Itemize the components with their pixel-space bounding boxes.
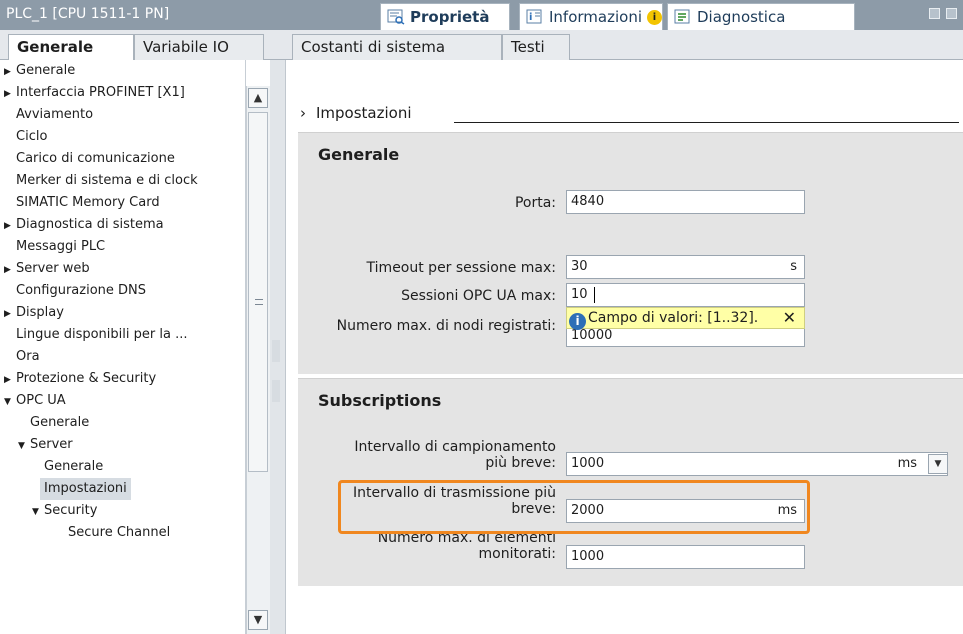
settings-tree: ▶ Generale ▶ Interfaccia PROFINET [X1] Avv… xyxy=(0,60,246,634)
monitored-items-label: Numero max. di elementi monitorati: xyxy=(377,530,556,562)
tree-scrollbar[interactable]: ▲ ▼ xyxy=(246,86,270,634)
scroll-down-icon[interactable]: ▼ xyxy=(248,610,268,630)
tree-item-plc-messages[interactable]: Messaggi PLC xyxy=(16,236,105,258)
tree-item-startup[interactable]: Avviamento xyxy=(16,104,93,126)
tab-info[interactable]: i Informazioni i xyxy=(519,3,663,30)
general-heading: Generale xyxy=(318,145,400,164)
tab-properties-label: Proprietà xyxy=(410,8,490,26)
section-breadcrumb: › Impostazioni xyxy=(300,104,412,122)
max-nodes-label: Numero max. di nodi registrati: xyxy=(336,318,556,334)
menu-icon[interactable] xyxy=(946,8,957,19)
tree-item-protection-security[interactable]: ▶ Protezione & Security xyxy=(4,368,156,390)
properties-icon xyxy=(387,9,405,25)
range-tooltip: i Campo di valori: [1..32]. ✕ xyxy=(566,307,805,330)
text-caret xyxy=(594,287,595,303)
tree-item-time[interactable]: Ora xyxy=(16,346,40,368)
info-badge-icon: i xyxy=(647,9,662,25)
tab-diagnostics[interactable]: Diagnostica xyxy=(667,3,855,30)
grip-icon xyxy=(255,299,263,305)
tree-item-cycle[interactable]: Ciclo xyxy=(16,126,47,148)
expand-arrow-icon[interactable]: ▶ xyxy=(4,369,16,391)
tab-properties[interactable]: Proprietà xyxy=(380,3,510,30)
scroll-thumb[interactable] xyxy=(248,112,268,472)
expand-arrow-icon[interactable]: ▶ xyxy=(4,259,16,281)
highlight-frame xyxy=(338,480,810,534)
tree-item-opc-ua-general[interactable]: Generale xyxy=(30,412,89,434)
session-timeout-label: Timeout per sessione max: xyxy=(366,260,556,276)
expand-arrow-icon[interactable]: ▶ xyxy=(4,303,16,325)
tree-item-server-general[interactable]: Generale xyxy=(44,456,103,478)
panel-splitter[interactable] xyxy=(270,60,286,634)
monitored-items-field[interactable]: 1000 xyxy=(566,545,805,569)
tree-item-languages[interactable]: Lingue disponibili per la ... xyxy=(16,324,187,346)
tab-info-label: Informazioni xyxy=(549,8,642,26)
tree-item-dns-config[interactable]: Configurazione DNS xyxy=(16,280,146,302)
unit-dropdown-icon[interactable]: ▼ xyxy=(928,454,948,474)
subtab-general[interactable]: Generale xyxy=(8,34,134,61)
tree-item-profinet[interactable]: ▶ Interfaccia PROFINET [X1] xyxy=(4,82,185,104)
expand-arrow-icon[interactable]: ▶ xyxy=(4,215,16,237)
tree-item-system-diagnostics[interactable]: ▶ Diagnostica di sistema xyxy=(4,214,164,236)
general-section: Generale Porta: 4840 Timeout per session… xyxy=(298,132,963,374)
collapse-arrow-icon[interactable]: ▼ xyxy=(18,435,30,457)
max-sessions-field[interactable]: 10 xyxy=(566,283,805,307)
tree-item-security[interactable]: ▼ Security xyxy=(32,500,97,522)
svg-text:i: i xyxy=(529,12,532,23)
scroll-up-icon[interactable]: ▲ xyxy=(248,88,268,108)
sub-tab-bar: Generale Variabile IO Costanti di sistem… xyxy=(0,30,963,61)
subtab-texts[interactable]: Testi xyxy=(502,34,570,60)
port-field[interactable]: 4840 xyxy=(566,190,805,214)
collapse-right-icon[interactable] xyxy=(272,380,280,402)
diagnostics-icon xyxy=(674,9,692,25)
tree-item-opc-ua[interactable]: ▼ OPC UA xyxy=(4,390,66,412)
breadcrumb-rule xyxy=(454,122,959,123)
tree-item-system-clock-memory[interactable]: Merker di sistema e di clock xyxy=(16,170,198,192)
session-timeout-field[interactable]: 30 s xyxy=(566,255,805,279)
info-icon: i xyxy=(526,9,544,25)
tab-diagnostics-label: Diagnostica xyxy=(697,8,786,26)
collapse-arrow-icon[interactable]: ▼ xyxy=(4,391,16,413)
subscriptions-heading: Subscriptions xyxy=(318,391,442,410)
port-label: Porta: xyxy=(514,195,556,211)
tree-item-settings[interactable]: Impostazioni xyxy=(40,478,131,500)
window-title: PLC_1 [CPU 1511-1 PN] xyxy=(6,6,170,22)
tree-item-communication-load[interactable]: Carico di comunicazione xyxy=(16,148,175,170)
window-buttons xyxy=(929,8,957,19)
expand-arrow-icon[interactable]: ▶ xyxy=(4,83,16,105)
tree-item-display[interactable]: ▶ Display xyxy=(4,302,64,324)
sampling-interval-label: Intervallo di campionamento più breve: xyxy=(354,439,556,471)
tree-item-web-server[interactable]: ▶ Server web xyxy=(4,258,90,280)
info-circle-icon: i xyxy=(569,313,586,330)
tree-item-general[interactable]: ▶ Generale xyxy=(4,60,75,82)
subtab-io-variables[interactable]: Variabile IO xyxy=(134,34,264,60)
subtab-system-constants[interactable]: Costanti di sistema xyxy=(292,34,502,60)
sampling-interval-field[interactable]: 1000 ms xyxy=(566,452,948,476)
tree-item-server[interactable]: ▼ Server xyxy=(18,434,73,456)
tree-item-secure-channel[interactable]: Secure Channel xyxy=(68,522,170,544)
expand-arrow-icon[interactable]: ▶ xyxy=(4,61,16,83)
collapse-arrow-icon[interactable]: ▼ xyxy=(32,501,44,523)
close-icon[interactable]: ✕ xyxy=(783,308,796,328)
collapse-left-icon[interactable] xyxy=(272,340,280,362)
restore-icon[interactable] xyxy=(929,8,940,19)
settings-content: › Impostazioni Generale Porta: 4840 Timeo… xyxy=(286,60,963,634)
max-sessions-label: Sessioni OPC UA max: xyxy=(401,288,556,304)
inspector-title-bar: PLC_1 [CPU 1511-1 PN] Proprietà i Inform… xyxy=(0,0,963,30)
tree-item-memory-card[interactable]: SIMATIC Memory Card xyxy=(16,192,160,214)
